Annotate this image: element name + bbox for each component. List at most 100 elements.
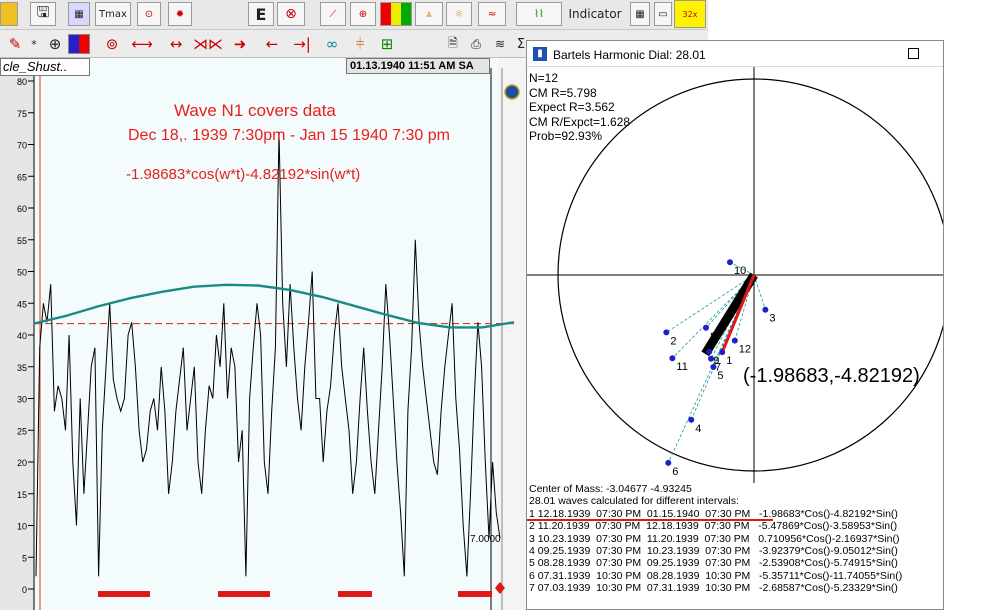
dial-point-label: 11 (676, 361, 687, 373)
dial-point-label: 10 (734, 265, 746, 277)
y-tick-label: 35 (17, 363, 27, 373)
dial-point[interactable] (665, 459, 672, 466)
y-tick-label: 55 (17, 236, 27, 246)
wave-annotation-dates: Dec 18,. 1939 7:30pm - Jan 15 1940 7:30 … (128, 127, 450, 144)
dial-point[interactable] (762, 306, 769, 313)
e-label: E (255, 4, 267, 24)
monitor-button[interactable]: ▭ (654, 2, 672, 26)
save-button[interactable]: 🖫 (30, 2, 56, 26)
double-arrow-icon: ↔ (169, 35, 183, 53)
wave-interval-row[interactable]: 5 08.28.1939 07:30 PM 09.25.1939 07:30 P… (529, 557, 943, 569)
split-button[interactable]: ⫩ (348, 32, 372, 56)
app-icon: ▮ (533, 47, 547, 61)
harmonic-dial-plot[interactable]: 123456789101112 (-1.98683,-4.82192) (527, 67, 943, 483)
color-bars-button[interactable] (380, 2, 412, 26)
waves-caption: 28.01 waves calculated for different int… (529, 495, 739, 508)
collapse-icon: ⋊⋉ (193, 35, 223, 53)
dial-point[interactable] (703, 324, 709, 331)
y-tick-label: 40 (17, 331, 27, 341)
target-tool-icon: ⊚ (105, 35, 119, 53)
dial-point-label: 6 (672, 466, 678, 478)
arrow-end-button[interactable]: →| (290, 32, 314, 56)
wave-interval-list: Center of Mass: -3.04677 -4.93245 28.01 … (527, 483, 943, 609)
chart-edit-button[interactable]: ≋ (490, 32, 510, 56)
cursor-button[interactable]: ⊞ (376, 32, 398, 56)
dial-point-label: 12 (739, 344, 751, 356)
measure-button[interactable]: ⟷ (128, 32, 156, 56)
zoom-32x-button[interactable]: 32x (674, 0, 706, 28)
wheel-button-2[interactable]: ⊗ (277, 2, 305, 26)
chart-datetime: 01.13.1940 11:51 AM SA (346, 58, 490, 74)
asterisk-button[interactable]: * (28, 32, 40, 56)
dial-point[interactable] (731, 337, 738, 344)
dial-point[interactable] (663, 329, 670, 336)
y-tick-label: 80 (17, 77, 27, 87)
value-label: 7.0000 (470, 534, 501, 545)
toolbar-button-3[interactable]: ▦ (68, 2, 90, 26)
dial-point[interactable] (669, 355, 676, 362)
monitor-icon: ▭ (658, 8, 668, 20)
arrow-left-button[interactable]: ← (260, 32, 284, 56)
wave-icon: ≈ (487, 8, 497, 20)
indicator-chart-button[interactable]: ⌇⌇ (516, 2, 562, 26)
grid-icon: ▦ (74, 8, 84, 20)
y-tick-label: 15 (17, 490, 27, 500)
triangles-button[interactable]: ⩓ (415, 2, 443, 26)
document-icon: 🗎 (448, 35, 458, 50)
magnify-icon: ⊕ (48, 35, 62, 53)
maximize-button[interactable] (908, 48, 919, 59)
y-tick-label: 70 (17, 141, 27, 151)
toolbar-button-1[interactable] (0, 2, 18, 26)
zoom-label: 32x (682, 9, 698, 19)
globe-icon[interactable] (504, 84, 520, 100)
wave-interval-row[interactable]: 7 07.03.1939 10:30 PM 07.31.1939 10:30 P… (529, 582, 943, 594)
print-button[interactable]: ⎙ (466, 32, 486, 56)
dial-title: Bartels Harmonic Dial: 28.01 (553, 48, 706, 62)
triangles-icon: ⩓ (426, 8, 432, 20)
expand-button[interactable]: ↔ (162, 32, 190, 56)
sun-icon: ☼ (454, 8, 464, 20)
dial-point[interactable] (727, 259, 733, 266)
arrow-end-icon: →| (293, 35, 311, 53)
e-button[interactable]: E (248, 2, 274, 26)
glasses-button[interactable]: ∞ (320, 32, 344, 56)
pen-button[interactable]: ✎ (2, 32, 28, 56)
dial-point-label: 1 (726, 355, 732, 367)
floppy-icon: 🖫 (36, 2, 50, 21)
y-tick-label: 45 (17, 299, 27, 309)
color-button[interactable] (68, 34, 90, 54)
wheel-button[interactable]: ✹ (168, 2, 192, 26)
measure-icon: ⟷ (131, 35, 153, 53)
dial-point[interactable] (706, 348, 713, 355)
collapse-button[interactable]: ⋊⋉ (193, 32, 223, 56)
wave-interval-row[interactable]: 2 11.20.1939 07:30 PM 12.18.1939 07:30 P… (529, 520, 943, 532)
arrow-right-icon: ➜ (233, 35, 247, 53)
chart-window-title[interactable]: cle_Shust.. (0, 58, 90, 76)
y-tick-label: 5 (22, 553, 27, 563)
line-tool-button[interactable]: ⟋ (320, 2, 346, 26)
wave-interval-row[interactable]: 6 07.31.1939 10:30 PM 08.28.1939 10:30 P… (529, 570, 943, 582)
target-tool-button[interactable]: ⊚ (100, 32, 124, 56)
y-tick-label: 20 (17, 458, 27, 468)
dial-titlebar[interactable]: ▮ Bartels Harmonic Dial: 28.01 (527, 41, 943, 67)
clock-icon: ⊙ (144, 8, 154, 20)
calculator-button[interactable]: ▦ (630, 2, 650, 26)
line-icon: ⟋ (329, 8, 337, 20)
wave-annotation-title: Wave N1 covers data (174, 101, 336, 120)
target-button[interactable]: ⊕ (350, 2, 376, 26)
price-chart[interactable]: 0 5 10 15 20 25 30 35 40 45 50 55 60 65 70 75 80 Wave N1… (0, 58, 526, 610)
clock-button[interactable]: ⊙ (137, 2, 161, 26)
sun-button[interactable]: ☼ (446, 2, 472, 26)
y-tick-label: 0 (22, 585, 27, 595)
wave-interval-row[interactable]: 4 09.25.1939 07:30 PM 10.23.1939 07:30 P… (529, 545, 943, 557)
dial-point[interactable] (688, 416, 695, 423)
document-button[interactable]: 🗎 (444, 32, 462, 56)
indicator-button[interactable]: Indicator (566, 2, 624, 26)
wave-interval-row[interactable]: 3 10.23.1939 07:30 PM 11.20.1939 07:30 P… (529, 533, 943, 545)
wave-button[interactable]: ≈ (478, 2, 506, 26)
arrow-right-button[interactable]: ➜ (228, 32, 252, 56)
tmax-button[interactable]: Tmax (95, 2, 131, 26)
magnify-button[interactable]: ⊕ (44, 32, 66, 56)
vector-label: (-1.98683,-4.82192) (743, 365, 920, 387)
dial-point[interactable] (719, 349, 726, 356)
